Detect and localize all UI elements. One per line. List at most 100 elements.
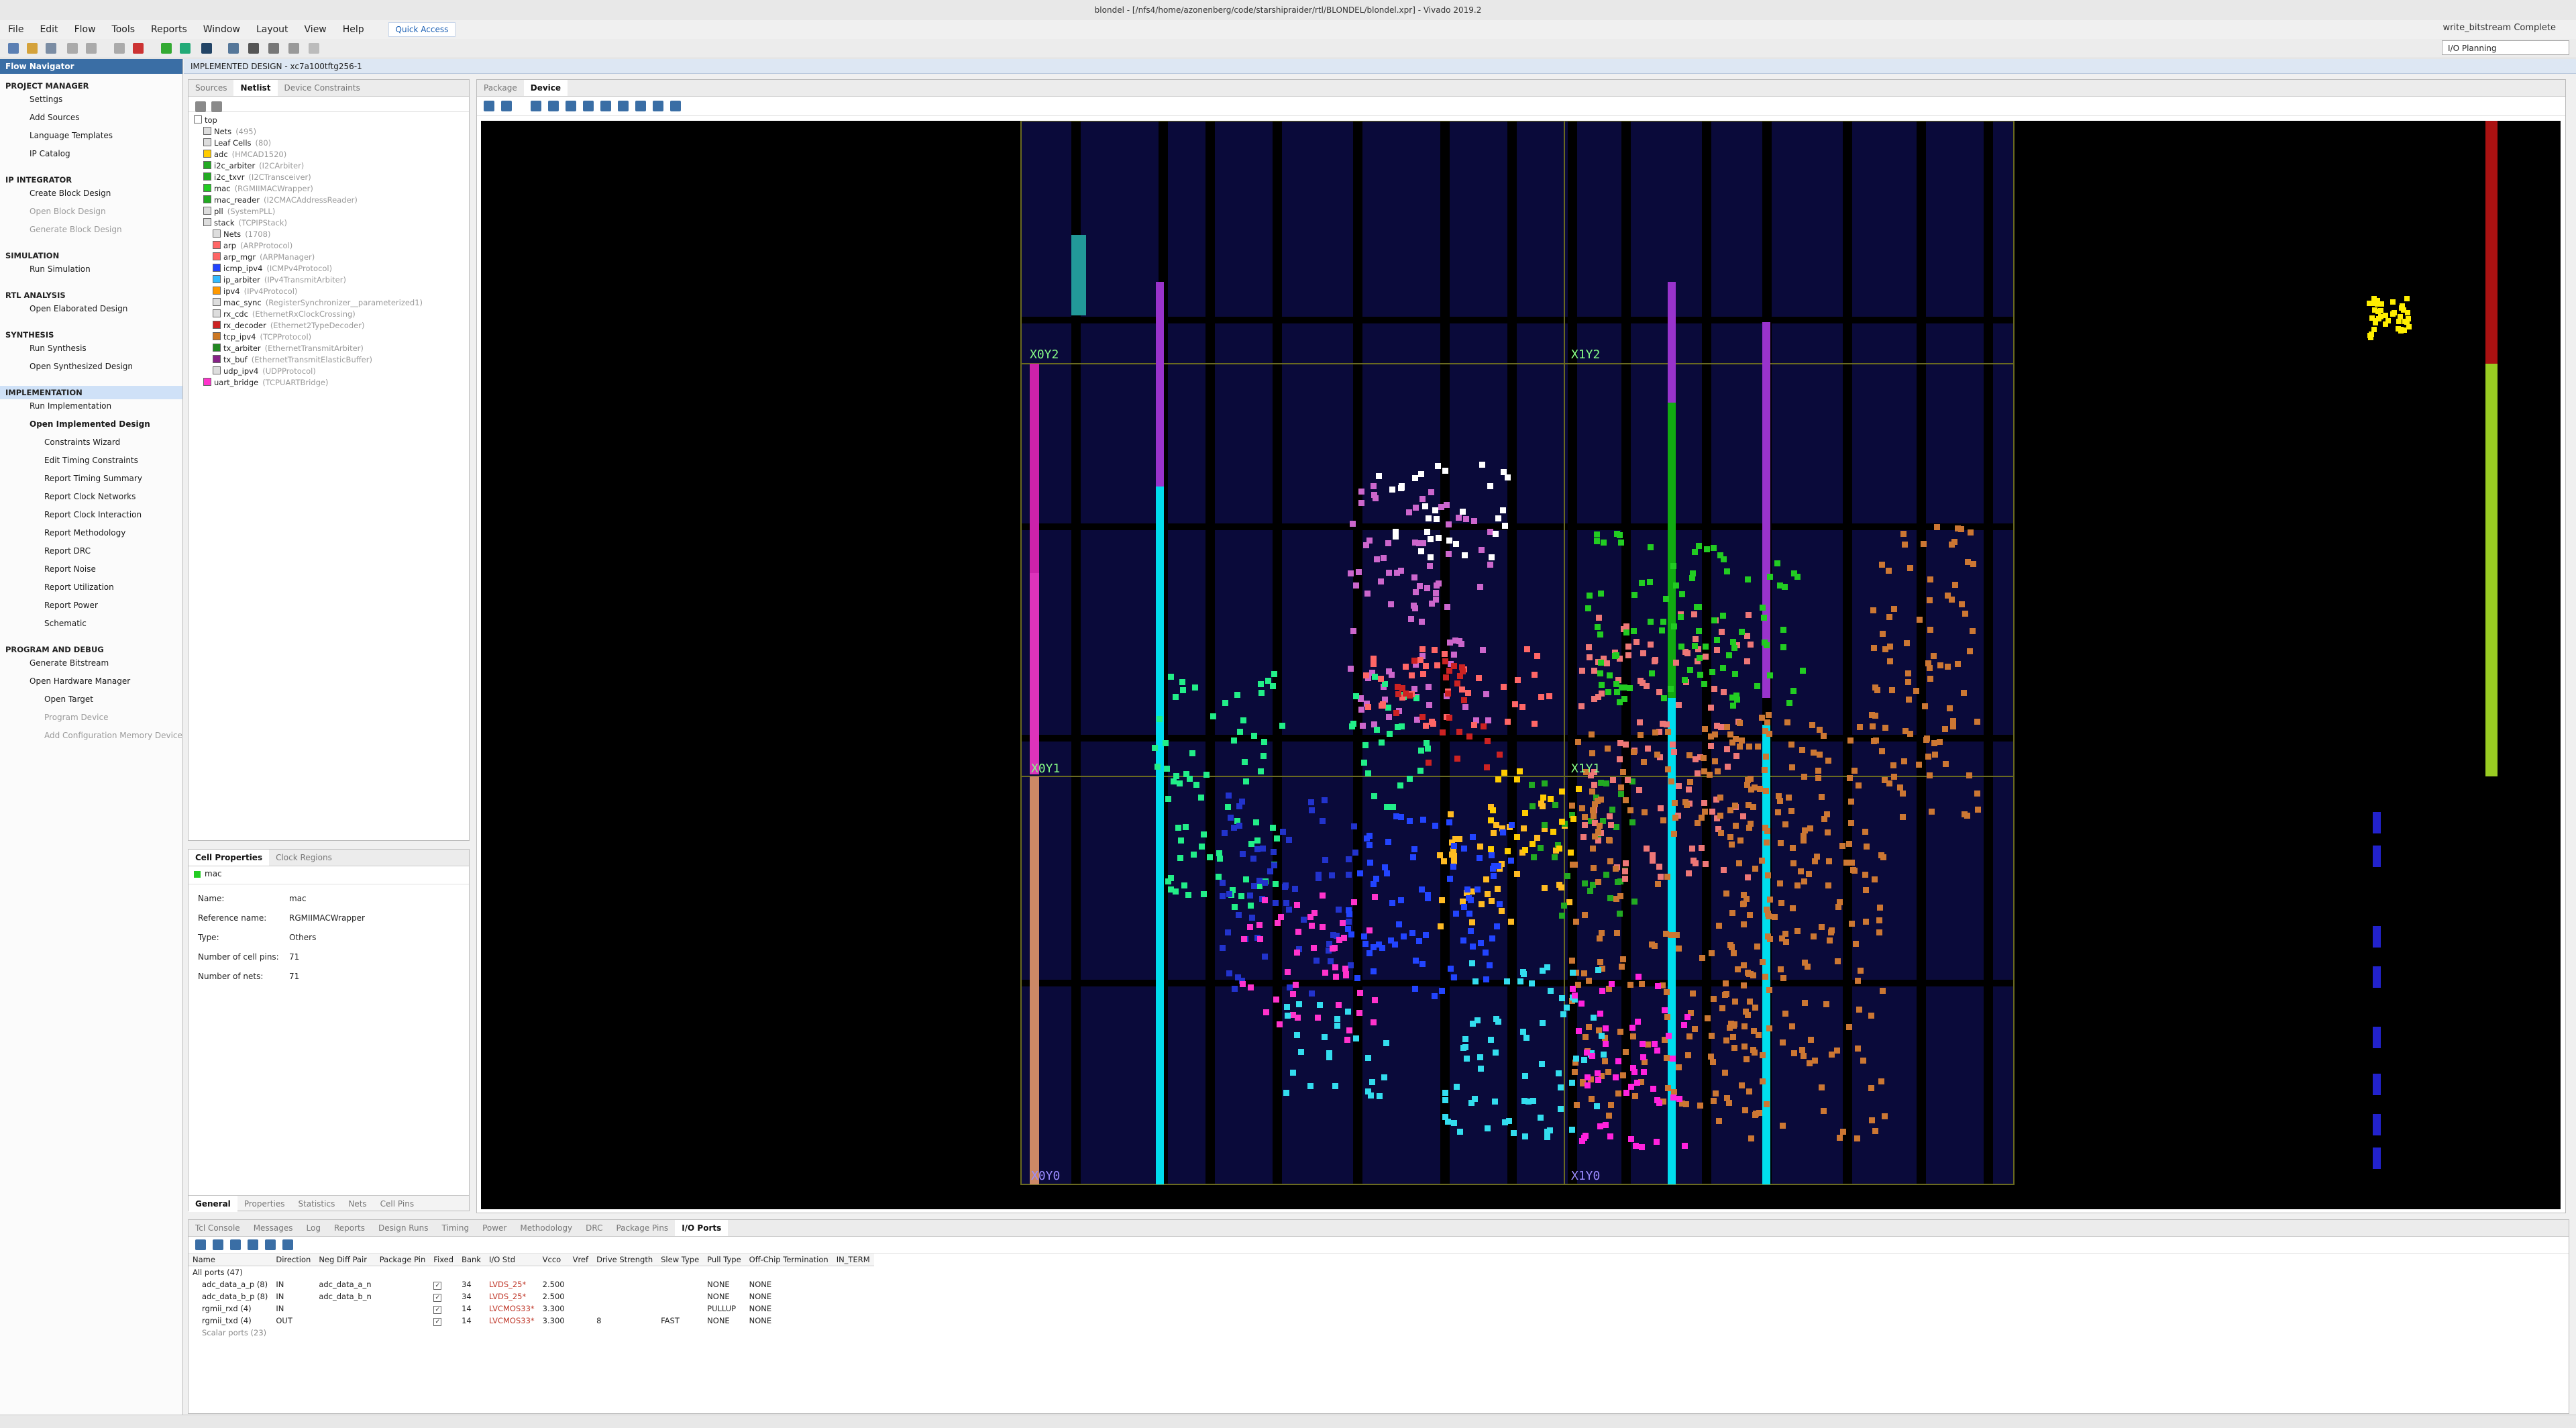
- tab-cell-pins[interactable]: Cell Pins: [374, 1196, 421, 1212]
- cell-slew[interactable]: [657, 1278, 703, 1290]
- netlist-row[interactable]: adc (HMCAD1520): [203, 149, 286, 160]
- tab-reports[interactable]: Reports: [327, 1220, 372, 1236]
- flow-item-open-synthesized-design[interactable]: Open Synthesized Design: [30, 360, 133, 373]
- flow-section-simulation[interactable]: SIMULATION: [5, 249, 59, 262]
- ruler-icon[interactable]: [670, 101, 681, 111]
- column-header[interactable]: Neg Diff Pair: [315, 1254, 376, 1266]
- column-header[interactable]: Slew Type: [657, 1254, 704, 1266]
- netlist-row[interactable]: mac (RGMIIMACWrapper): [203, 183, 313, 195]
- cell-drive[interactable]: [592, 1303, 657, 1315]
- collapse-all-icon[interactable]: [195, 101, 206, 112]
- table-row[interactable]: adc_data_a_p (8) IN adc_data_a_n ✓ 34 LVDS_25…: [189, 1278, 874, 1290]
- flow-item-edit-timing-constraints[interactable]: Edit Timing Constraints: [44, 454, 138, 467]
- flow-section-program-and-debug[interactable]: PROGRAM AND DEBUG: [5, 643, 104, 656]
- column-header[interactable]: Direction: [272, 1254, 315, 1266]
- netlist-row[interactable]: rx_cdc (EthernetRxClockCrossing): [213, 309, 356, 320]
- flow-item-ip-catalog[interactable]: IP Catalog: [30, 147, 70, 160]
- netlist-row[interactable]: i2c_txvr (I2CTransceiver): [203, 172, 311, 183]
- fixed-checkbox[interactable]: ✓: [433, 1293, 442, 1302]
- cell-term[interactable]: NONE: [745, 1315, 833, 1327]
- tab-drc[interactable]: DRC: [579, 1220, 609, 1236]
- menu-tools[interactable]: Tools: [104, 20, 144, 39]
- netlist-row[interactable]: tx_arbiter (EthernetTransmitArbiter): [213, 343, 364, 354]
- netlist-row[interactable]: pll (SystemPLL): [203, 206, 275, 217]
- zoom-area-icon[interactable]: [583, 101, 594, 111]
- scalar-ports-row[interactable]: Scalar ports (23): [189, 1327, 874, 1339]
- sigma-icon[interactable]: [248, 43, 259, 54]
- tab-cell-properties[interactable]: Cell Properties: [189, 850, 270, 866]
- zoom-fit-icon[interactable]: [566, 101, 576, 111]
- tab-power[interactable]: Power: [476, 1220, 513, 1236]
- cell-slew[interactable]: [657, 1290, 703, 1303]
- cut-icon[interactable]: [268, 43, 279, 54]
- settings-icon[interactable]: [228, 43, 239, 54]
- quick-access-search[interactable]: Quick Access: [388, 22, 456, 37]
- flow-section-synthesis[interactable]: SYNTHESIS: [5, 328, 54, 342]
- tab-log[interactable]: Log: [300, 1220, 327, 1236]
- column-header[interactable]: Drive Strength: [592, 1254, 657, 1266]
- expand-all-icon[interactable]: [211, 101, 222, 112]
- tab-properties[interactable]: Properties: [237, 1196, 292, 1212]
- zoom-out-icon[interactable]: [548, 101, 559, 111]
- flow-item-report-power[interactable]: Report Power: [44, 599, 98, 612]
- flow-section-ip-integrator[interactable]: IP INTEGRATOR: [5, 173, 72, 187]
- search-icon[interactable]: [195, 1239, 206, 1250]
- flow-item-report-noise[interactable]: Report Noise: [44, 562, 96, 576]
- tab-methodology[interactable]: Methodology: [513, 1220, 579, 1236]
- tab-tcl-console[interactable]: Tcl Console: [189, 1220, 247, 1236]
- flow-item-create-block-design[interactable]: Create Block Design: [30, 187, 111, 200]
- netlist-row[interactable]: ipv4 (IPv4Protocol): [213, 286, 297, 297]
- pblock-icon[interactable]: [635, 101, 646, 111]
- menu-edit[interactable]: Edit: [32, 20, 66, 39]
- fixed-checkbox[interactable]: ✓: [433, 1305, 442, 1314]
- menu-file[interactable]: File: [0, 20, 32, 39]
- column-header[interactable]: I/O Std: [484, 1254, 539, 1266]
- flow-item-open-target[interactable]: Open Target: [44, 693, 93, 706]
- flow-item-add-sources[interactable]: Add Sources: [30, 111, 80, 124]
- copy-icon[interactable]: [114, 43, 125, 54]
- flow-section-rtl-analysis[interactable]: RTL ANALYSIS: [5, 289, 66, 302]
- tab-package-pins[interactable]: Package Pins: [609, 1220, 675, 1236]
- column-header[interactable]: Vref: [568, 1254, 593, 1266]
- cell-std[interactable]: LVCMOS33*: [485, 1303, 539, 1315]
- column-header[interactable]: Vcco: [538, 1254, 569, 1266]
- cell-slew[interactable]: [657, 1303, 703, 1315]
- flow-item-program-device[interactable]: Program Device: [44, 711, 108, 724]
- delete-icon[interactable]: [133, 43, 144, 54]
- flow-item-add-configuration-memory-device[interactable]: Add Configuration Memory Device: [44, 729, 182, 742]
- table-row[interactable]: rgmii_rxd (4) IN ✓ 14 LVCMOS33* 3.300 PULLUP NO…: [189, 1303, 874, 1315]
- netlist-row[interactable]: stack (TCPIPStack): [203, 217, 287, 229]
- device-floorplan[interactable]: X0Y2 X1Y2 X0Y1 X1Y1 X0Y0 X1Y0: [481, 121, 2561, 1209]
- netlist-row[interactable]: Nets (1708): [213, 229, 270, 240]
- column-header[interactable]: Off-Chip Termination: [745, 1254, 833, 1266]
- flow-item-open-implemented-design[interactable]: Open Implemented Design: [30, 417, 150, 431]
- table-row[interactable]: rgmii_txd (4) OUT ✓ 14 LVCMOS33* 3.300 8 FAST NO…: [189, 1315, 874, 1327]
- cell-std[interactable]: LVDS_25*: [485, 1278, 539, 1290]
- flow-item-run-implementation[interactable]: Run Implementation: [30, 399, 111, 413]
- netlist-row[interactable]: tx_buf (EthernetTransmitElasticBuffer): [213, 354, 372, 366]
- tab-design-runs[interactable]: Design Runs: [372, 1220, 435, 1236]
- cell-pull[interactable]: NONE: [703, 1278, 745, 1290]
- netlist-row[interactable]: icmp_ipv4 (ICMPv4Protocol): [213, 263, 332, 274]
- expand-icon[interactable]: [230, 1239, 241, 1250]
- fixed-checkbox[interactable]: ✓: [433, 1281, 442, 1290]
- netlist-row[interactable]: ip_arbiter (IPv4TransmitArbiter): [213, 274, 346, 286]
- flow-item-run-simulation[interactable]: Run Simulation: [30, 262, 91, 276]
- tab-timing[interactable]: Timing: [435, 1220, 476, 1236]
- step-icon[interactable]: [180, 43, 191, 54]
- cell-drive[interactable]: [592, 1290, 657, 1303]
- netlist-row[interactable]: arp_mgr (ARPManager): [213, 252, 315, 263]
- group-icon[interactable]: [248, 1239, 258, 1250]
- netlist-row[interactable]: Leaf Cells (80): [203, 138, 271, 149]
- flow-item-language-templates[interactable]: Language Templates: [30, 129, 113, 142]
- cell-pull[interactable]: NONE: [703, 1290, 745, 1303]
- flow-item-settings[interactable]: Settings: [30, 93, 62, 106]
- flow-item-run-synthesis[interactable]: Run Synthesis: [30, 342, 87, 355]
- netlist-row[interactable]: rx_decoder (Ethernet2TypeDecoder): [213, 320, 364, 332]
- tab-package[interactable]: Package: [477, 80, 524, 96]
- tab-device[interactable]: Device: [523, 80, 568, 96]
- column-header[interactable]: Fixed: [429, 1254, 458, 1266]
- netlist-row[interactable]: Nets (495): [203, 126, 256, 138]
- column-header[interactable]: IN_TERM: [832, 1254, 874, 1266]
- netlist-row[interactable]: uart_bridge (TCPUARTBridge): [203, 377, 328, 389]
